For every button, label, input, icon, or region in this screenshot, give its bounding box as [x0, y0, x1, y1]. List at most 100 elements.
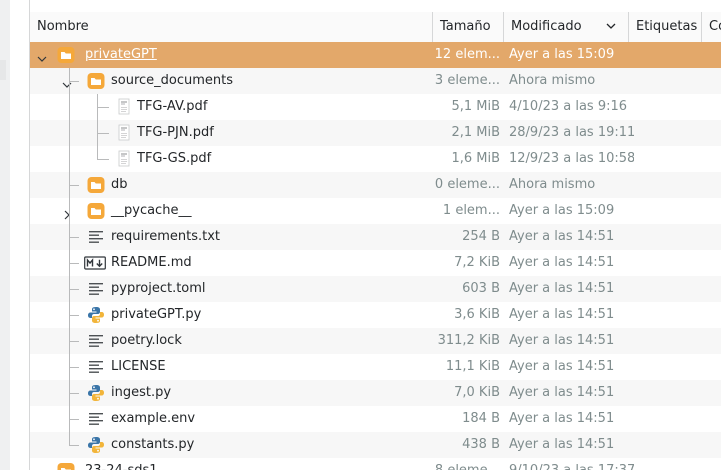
- tree-connector-line: [97, 159, 109, 160]
- sort-chevron-down-icon: [606, 23, 616, 29]
- file-label: ingest.py: [111, 380, 171, 406]
- file-row-db[interactable]: db 0 eleme... Ahora mismo: [30, 172, 721, 198]
- size-cell: 8 eleme...: [430, 458, 500, 470]
- file-name: example.env: [111, 411, 196, 426]
- column-header-extra[interactable]: Co: [702, 12, 721, 42]
- size-cell: 254 B: [462, 229, 500, 244]
- name-cell: TFG-PJN.pdf: [30, 120, 430, 146]
- text-file-icon: [87, 358, 105, 376]
- size-cell: 3 eleme...: [434, 73, 500, 88]
- chevron-right-icon[interactable]: [36, 465, 48, 470]
- file-row-example-env[interactable]: example.env 184 B Ayer a las 14:51: [30, 406, 721, 432]
- size-cell: 2,1 MiB: [451, 125, 500, 140]
- column-header-modified[interactable]: Modificado: [504, 12, 629, 42]
- name-cell: example.env: [30, 406, 430, 432]
- folder-icon: [87, 202, 105, 220]
- tree-connector-line: [69, 68, 70, 445]
- file-name: privateGPT.py: [111, 307, 202, 322]
- file-name: constants.py: [111, 437, 195, 452]
- file-row-23-24-sds1[interactable]: 23-24-sds1 8 eleme... 9/10/23 a las 17:37: [30, 458, 721, 470]
- file-name: source_documents: [111, 73, 234, 88]
- column-header-size[interactable]: Tamaño: [433, 12, 504, 42]
- file-name: poetry.lock: [111, 333, 182, 348]
- name-cell: constants.py: [30, 432, 430, 458]
- tree-connector-line: [97, 94, 98, 159]
- tree-connector-line: [69, 393, 79, 394]
- tree-connector-line: [97, 107, 109, 108]
- file-row-constants-py[interactable]: constants.py 438 B Ayer a las 14:51: [30, 432, 721, 458]
- file-row-source-documents[interactable]: source_documents 3 eleme... Ahora mismo: [30, 68, 721, 94]
- folder-icon: [87, 176, 105, 194]
- modified-cell: Ayer a las 14:51: [509, 333, 615, 348]
- size-cell: 5,1 MiB: [451, 99, 500, 114]
- modified-cell: Ayer a las 14:51: [509, 255, 615, 270]
- name-cell: LICENSE: [30, 354, 430, 380]
- size-cell: 1,6 MiB: [451, 151, 500, 166]
- file-name: TFG-AV.pdf: [137, 99, 208, 114]
- modified-cell: Ayer a las 14:51: [509, 307, 615, 322]
- file-label: constants.py: [111, 432, 194, 458]
- file-row-privategpt[interactable]: privateGPT 12 elem... Ayer a las 15:09: [30, 42, 721, 68]
- file-row-tfg-pjn-pdf[interactable]: TFG-PJN.pdf 2,1 MiB 28/9/23 a las 19:11: [30, 120, 721, 146]
- pdf-thumbnail-icon: [115, 124, 133, 142]
- python-file-icon: [87, 384, 105, 402]
- name-cell: __pycache__: [30, 198, 430, 224]
- file-row-readme-md[interactable]: README.md 7,2 KiB Ayer a las 14:51: [30, 250, 721, 276]
- file-label: README.md: [111, 250, 192, 276]
- file-row-ingest-py[interactable]: ingest.py 7,0 KiB Ayer a las 14:51: [30, 380, 721, 406]
- file-row-privategpt-py[interactable]: privateGPT.py 3,6 KiB Ayer a las 14:51: [30, 302, 721, 328]
- text-file-icon: [87, 228, 105, 246]
- file-label: source_documents: [111, 68, 233, 94]
- modified-cell: Ayer a las 14:51: [509, 229, 615, 244]
- file-row-tfg-av-pdf[interactable]: TFG-AV.pdf 5,1 MiB 4/10/23 a las 9:16: [30, 94, 721, 120]
- column-header-name[interactable]: Nombre: [30, 12, 433, 42]
- file-name: privateGPT: [85, 47, 157, 62]
- modified-cell: Ayer a las 14:51: [509, 385, 615, 400]
- modified-cell: Ayer a las 14:51: [509, 411, 615, 426]
- size-cell: 7,2 KiB: [454, 255, 500, 270]
- file-row-pyproject-toml[interactable]: pyproject.toml 603 B Ayer a las 14:51: [30, 276, 721, 302]
- chevron-down-icon[interactable]: [36, 49, 48, 62]
- text-file-icon: [87, 332, 105, 350]
- modified-cell: Ayer a las 15:09: [509, 47, 615, 62]
- name-cell: TFG-GS.pdf: [30, 146, 430, 172]
- modified-cell: 28/9/23 a las 19:11: [509, 125, 634, 140]
- name-cell: requirements.txt: [30, 224, 430, 250]
- name-cell: 23-24-sds1: [30, 458, 430, 470]
- file-label: TFG-AV.pdf: [137, 94, 207, 120]
- tree-connector-line: [69, 341, 79, 342]
- modified-cell: Ayer a las 14:51: [509, 359, 615, 374]
- file-label: 23-24-sds1: [85, 458, 158, 470]
- file-name: db: [111, 177, 128, 192]
- column-header-size-label: Tamaño: [440, 19, 491, 34]
- file-row-poetry-lock[interactable]: poetry.lock 311,2 KiB Ayer a las 14:51: [30, 328, 721, 354]
- modified-cell: Ahora mismo: [509, 177, 596, 192]
- name-cell: README.md: [30, 250, 430, 276]
- file-name: TFG-PJN.pdf: [137, 125, 214, 140]
- name-cell: poetry.lock: [30, 328, 430, 354]
- file-name: __pycache__: [111, 203, 192, 218]
- file-row-tfg-gs-pdf[interactable]: TFG-GS.pdf 1,6 MiB 12/9/23 a las 10:58: [30, 146, 721, 172]
- tree-connector-line: [69, 445, 79, 446]
- file-name: LICENSE: [111, 359, 166, 374]
- modified-cell: 12/9/23 a las 10:58: [509, 151, 634, 166]
- modified-cell: Ayer a las 14:51: [509, 437, 615, 452]
- size-cell: 0 eleme...: [434, 177, 500, 192]
- pdf-thumbnail-icon: [115, 150, 133, 168]
- column-header-name-label: Nombre: [37, 19, 89, 34]
- file-row-pycache[interactable]: __pycache__ 1 elem... Ayer a las 15:09: [30, 198, 721, 224]
- file-row-requirements-txt[interactable]: requirements.txt 254 B Ayer a las 14:51: [30, 224, 721, 250]
- tree-connector-line: [69, 185, 79, 186]
- left-panel-highlight: [0, 60, 6, 80]
- size-cell: 184 B: [462, 411, 500, 426]
- name-cell: pyproject.toml: [30, 276, 430, 302]
- file-row-license[interactable]: LICENSE 11,1 KiB Ayer a las 14:51: [30, 354, 721, 380]
- chevron-right-icon[interactable]: [61, 205, 73, 220]
- modified-cell: Ahora mismo: [509, 73, 596, 88]
- file-name: requirements.txt: [111, 229, 221, 244]
- left-panel-edge: [0, 0, 10, 470]
- file-label: TFG-PJN.pdf: [137, 120, 214, 146]
- tree-connector-line: [69, 315, 79, 316]
- file-label: pyproject.toml: [111, 276, 206, 302]
- column-header-tags[interactable]: Etiquetas: [629, 12, 702, 42]
